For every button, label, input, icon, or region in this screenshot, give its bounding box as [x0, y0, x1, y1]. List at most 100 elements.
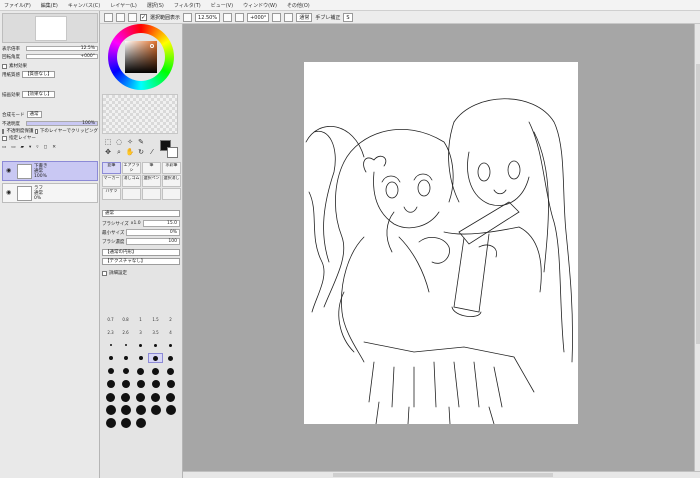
invert-selection-button[interactable]	[128, 12, 137, 22]
zoom-icon[interactable]: ⌕	[114, 148, 124, 157]
delete-layer-icon[interactable]: ✕	[52, 145, 56, 150]
nav-zoom-slider[interactable]: 12.5%	[26, 46, 98, 51]
zoom-in-button[interactable]	[223, 12, 233, 22]
size-preset[interactable]	[103, 353, 118, 363]
selection-visible-checkbox[interactable]: ✓	[140, 13, 147, 21]
size-preset[interactable]	[103, 405, 118, 415]
size-preset[interactable]	[118, 340, 133, 350]
size-preset[interactable]: 2.6	[118, 327, 133, 337]
nav-angle-slider[interactable]: +000°	[26, 54, 98, 59]
size-preset[interactable]	[103, 392, 118, 402]
brush-bucket[interactable]: バケツ	[102, 188, 121, 200]
menu-filter[interactable]: フィルタ(T)	[174, 2, 201, 9]
brush-texture-select[interactable]: 【テクスチャなし】	[102, 258, 180, 265]
size-preset[interactable]	[103, 379, 118, 389]
min-size-slider[interactable]: 0%	[126, 229, 180, 236]
move-icon[interactable]: ✥	[103, 148, 113, 157]
size-preset[interactable]	[163, 353, 178, 363]
clear-layer-icon[interactable]: ◻	[44, 145, 48, 150]
menu-window[interactable]: ウィンドウ(W)	[243, 2, 277, 9]
brush-slot[interactable]	[122, 188, 141, 200]
size-preset[interactable]	[118, 379, 133, 389]
brush-eraser[interactable]: 消しゴム	[122, 175, 141, 187]
flip-button[interactable]	[284, 12, 294, 22]
size-preset-selected[interactable]	[148, 353, 163, 363]
brush-brush[interactable]: 筆	[142, 162, 161, 174]
opacity-slider[interactable]: 100%	[26, 121, 98, 126]
visibility-icon[interactable]: ◉	[6, 190, 12, 196]
brush-size-slider[interactable]: 15.0	[142, 220, 180, 227]
size-preset[interactable]	[118, 366, 133, 376]
brush-slot[interactable]	[162, 188, 181, 200]
horizontal-scroll-thumb[interactable]	[333, 473, 553, 477]
brush-marker[interactable]: マーカー	[102, 175, 121, 187]
size-preset[interactable]	[103, 418, 118, 428]
size-preset[interactable]	[133, 418, 148, 428]
size-preset[interactable]	[163, 392, 178, 402]
menu-canvas[interactable]: キャンバス(C)	[68, 2, 100, 9]
vertical-scrollbar[interactable]	[694, 24, 700, 471]
rotation-field[interactable]: +000°	[247, 12, 270, 22]
size-preset[interactable]	[133, 340, 148, 350]
menu-layer[interactable]: レイヤー(L)	[110, 2, 137, 9]
detail-settings-checkbox[interactable]	[102, 270, 107, 276]
size-preset[interactable]: 1	[133, 314, 148, 324]
eyedropper-icon[interactable]: ✎	[136, 138, 146, 147]
size-preset[interactable]	[103, 366, 118, 376]
size-preset[interactable]: 3.5	[148, 327, 163, 337]
size-preset[interactable]: 4	[163, 327, 178, 337]
size-preset[interactable]: 3	[133, 327, 148, 337]
size-preset[interactable]: 0.8	[118, 314, 133, 324]
new-layer-icon[interactable]: ▭	[2, 145, 6, 150]
menu-file[interactable]: ファイル(F)	[4, 2, 31, 9]
magic-wand-icon[interactable]: ✧	[125, 138, 135, 147]
size-preset[interactable]	[118, 392, 133, 402]
color-wheel[interactable]	[108, 24, 174, 90]
size-preset[interactable]	[163, 379, 178, 389]
layer-item[interactable]: ◉ 下書き 通常 100%	[2, 161, 98, 181]
stabilizer-select[interactable]: S	[343, 12, 353, 22]
transfer-down-icon[interactable]: ▾	[29, 145, 31, 150]
fg-bg-color[interactable]	[160, 140, 178, 158]
color-picker-marker[interactable]	[150, 44, 154, 48]
size-preset[interactable]: 0.7	[103, 314, 118, 324]
size-preset[interactable]	[133, 366, 148, 376]
canvas-paper[interactable]	[304, 62, 578, 425]
hand-icon[interactable]: ✋	[125, 148, 135, 157]
rotate-right-button[interactable]	[272, 12, 282, 22]
effect-toggle[interactable]	[2, 63, 7, 69]
size-preset[interactable]	[118, 418, 133, 428]
brush-watercolor[interactable]: 水彩筆	[162, 162, 181, 174]
select-all-button[interactable]	[104, 12, 113, 22]
brush-select-pen[interactable]: 選択ペン	[142, 175, 161, 187]
layer-item[interactable]: ◉ ラフ 通常 0%	[2, 183, 98, 203]
brush-airbrush[interactable]: エアブラシ	[122, 162, 141, 174]
rotate-icon[interactable]: ↻	[136, 148, 146, 157]
clip-lower-checkbox[interactable]	[35, 128, 38, 134]
size-preset[interactable]: 1.5	[148, 314, 163, 324]
density-slider[interactable]: 100	[126, 238, 180, 245]
new-folder-icon[interactable]: ▰	[21, 145, 24, 150]
layer-blend-select[interactable]: 通常	[26, 111, 42, 118]
color-swatch-area[interactable]	[102, 94, 178, 134]
draw-effect-select[interactable]: 【効果なし】	[22, 91, 55, 98]
deselect-button[interactable]	[116, 12, 125, 22]
rotate-left-button[interactable]	[235, 12, 245, 22]
brush-mode-select[interactable]: 通常	[102, 210, 180, 217]
size-preset[interactable]	[148, 405, 163, 415]
lasso-icon[interactable]: ◌	[114, 138, 124, 147]
size-preset[interactable]	[103, 340, 118, 350]
ref-layer-checkbox[interactable]	[2, 135, 7, 141]
size-preset[interactable]	[148, 379, 163, 389]
size-preset[interactable]	[118, 405, 133, 415]
preserve-opacity-checkbox[interactable]	[2, 128, 5, 134]
size-preset[interactable]	[148, 366, 163, 376]
texture-select[interactable]: 【質感なし】	[22, 71, 55, 78]
size-preset[interactable]	[133, 405, 148, 415]
visibility-icon[interactable]: ◉	[6, 168, 12, 174]
size-preset[interactable]	[148, 340, 163, 350]
size-preset[interactable]	[133, 392, 148, 402]
brush-pencil[interactable]: 鉛筆	[102, 162, 121, 174]
size-preset[interactable]	[118, 353, 133, 363]
picker-icon[interactable]: ⁄	[147, 148, 157, 157]
